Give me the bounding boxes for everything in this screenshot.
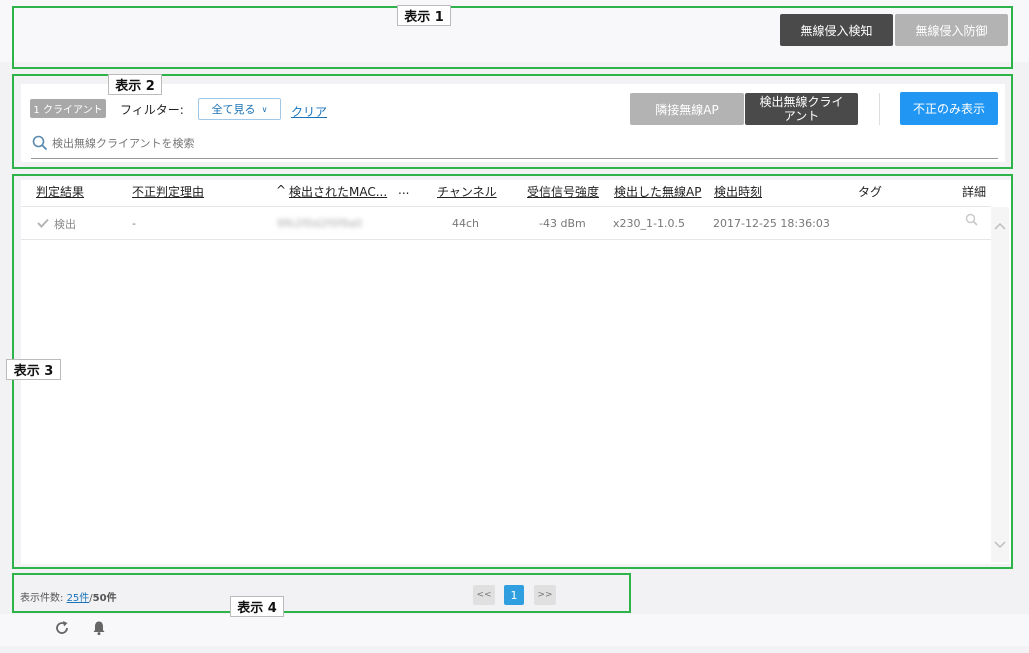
bell-icon[interactable] xyxy=(92,620,106,636)
refresh-icon[interactable] xyxy=(54,620,70,636)
bottom-toolbar xyxy=(0,614,1029,646)
annotation-box-2 xyxy=(12,74,1013,169)
annotation-box-3 xyxy=(12,174,1013,569)
annotation-box-4 xyxy=(12,573,631,613)
annotation-label-1: 表示 1 xyxy=(397,5,451,26)
annotation-label-2: 表示 2 xyxy=(108,74,162,95)
annotation-box-1 xyxy=(12,6,1013,69)
annotation-label-3: 表示 3 xyxy=(6,359,61,380)
annotation-label-4: 表示 4 xyxy=(230,596,284,617)
